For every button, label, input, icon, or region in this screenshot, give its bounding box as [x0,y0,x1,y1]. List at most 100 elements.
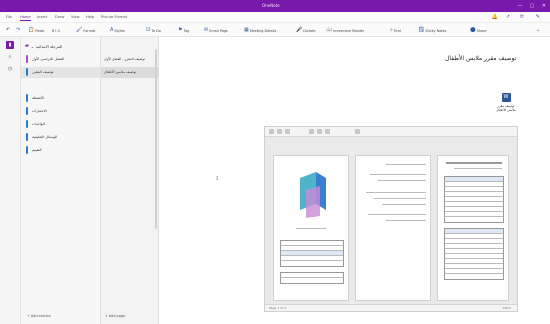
section-item[interactable]: الوسائل التعليمية [21,132,101,143]
ribbon-label: Meeting Details [249,28,277,33]
ribbon-label: Tag [183,28,190,33]
share-icon: ⬤ [470,27,476,33]
recent-icon[interactable]: ◷ [6,65,14,73]
embedded-status-right: 100% [502,306,511,310]
page-label: توصيف المقرر - الفصل الأول [104,57,145,61]
ribbon-overflow-button[interactable]: ⌄ [536,27,540,34]
format-painter-icon: 🖌 [76,27,83,33]
minimize-icon[interactable]: — [516,2,524,10]
redo-button[interactable]: ↷ [16,27,20,34]
attachment-name: توصيف مقرر ملابس الأطفال [496,104,516,112]
ribbon-label: Dictate [303,28,316,33]
embedded-button [355,129,360,134]
add-page-button[interactable]: + Add page [105,314,125,318]
word-file-icon: W [501,93,511,102]
section-item[interactable]: توصيف المقرر [21,67,101,78]
section-color-tab [26,107,28,115]
section-item[interactable]: الأنشطة [21,93,101,104]
search-icon: ⌕ [390,27,393,33]
embedded-table [280,240,344,267]
sticky-notes-button[interactable]: 🗒 Sticky Notes [418,27,446,34]
tab-picture-format[interactable]: Picture Format [101,15,127,19]
meeting-details-button[interactable]: ▦ Meeting Details [244,27,276,34]
notebook-selector[interactable]: ▰ ⌄ المرحلة الابتدائية [25,43,62,49]
tag-icon: ⚑ [178,27,183,33]
email-page-button[interactable]: ✉ Email Page [204,27,228,34]
section-item[interactable]: الفصل الدراسي الأول [21,54,101,65]
text-line [296,228,326,229]
notebook-icon: ▰ [25,43,29,49]
page-item[interactable]: توصيف المقرر - الفصل الأول [101,54,159,65]
file-attachment[interactable]: W توصيف مقرر ملابس الأطفال [495,93,517,112]
tab-file[interactable]: File [6,15,12,19]
note-icon: 🗒 [418,27,425,33]
section-item[interactable]: الواجبات [21,119,101,130]
ribbon-label: Immersive Reader [333,28,365,33]
notebook-name: المرحلة الابتدائية [36,43,63,49]
tab-home[interactable]: Home [20,15,31,21]
embedded-button [309,129,314,134]
ribbon-label: Share [476,28,487,33]
add-section-button[interactable]: + Add section [27,314,51,318]
tag-button[interactable]: ⚑ Tag [178,27,189,34]
ribbon-label: Paste [35,28,45,33]
share-top-icon[interactable]: ↗ [506,14,510,20]
tab-draw[interactable]: Draw [55,15,64,19]
embedded-button [269,129,274,134]
chevron-down-icon: ⌄ [536,27,541,33]
search-notes-icon[interactable]: ⌕ [6,53,14,61]
embedded-button [285,129,290,134]
section-item[interactable]: الاختبارات [21,106,101,117]
page-title[interactable]: توصيف مقرر ملابس الأطفال [445,55,516,62]
reader-icon: 📖 [326,27,333,33]
section-color-tab [26,55,28,63]
paste-icon: 📋 [28,27,35,33]
3d-shape-icon [300,172,326,218]
tab-insert[interactable]: Insert [37,15,47,19]
page-label: توصيف ملابس الأطفال [104,70,137,74]
section-color-tab [26,68,28,76]
embedded-document-image[interactable]: Page 1 of 3 100% [264,126,518,312]
section-label: الأنشطة [32,96,45,100]
sections-pane: ▰ ⌄ المرحلة الابتدائية الفصل الدراسي الأ… [21,37,101,324]
notebooks-icon[interactable]: ▮ [6,41,14,49]
page-canvas[interactable]: توصيف مقرر ملابس الأطفال W توصيف مقرر مل… [159,37,550,324]
close-icon[interactable]: ✕ [540,2,548,10]
tab-view[interactable]: View [71,15,80,19]
dictate-button[interactable]: 🎤 Dictate [296,27,315,34]
paste-button[interactable]: 📋 Paste [28,27,44,34]
embedded-table [444,176,504,223]
window-title: OneNote [262,3,280,8]
embedded-page-3 [437,155,509,301]
mic-icon: 🎤 [296,27,303,33]
pages-pane: توصيف المقرر - الفصل الأول توصيف ملابس ا… [101,37,159,324]
tab-help[interactable]: Help [86,15,94,19]
section-item[interactable]: التقييم [21,145,101,156]
section-color-tab [26,120,28,128]
pages-scrollbar[interactable] [155,49,157,229]
find-button[interactable]: ⌕ Find [390,27,401,34]
page-item[interactable]: توصيف ملابس الأطفال [101,67,159,78]
format-painter-button[interactable]: 🖌 Format [76,27,95,34]
ribbon-label: To Do [151,28,161,33]
ribbon-label: Styles [114,28,125,33]
embedded-page-1 [273,155,349,301]
styles-button[interactable]: A Styles [110,27,125,34]
section-label: التقييم [32,148,42,152]
share-button[interactable]: ⬤ Share [470,27,486,34]
embedded-status-bar: Page 1 of 3 100% [265,304,517,311]
undo-button[interactable]: ↶ [6,27,10,34]
undo-icon: ↶ [6,27,11,33]
pen-icon[interactable]: ✎ [536,14,540,20]
calendar-icon: ▦ [244,27,249,33]
navigation-rail: ▮ ⌕ ◷ [0,37,21,324]
bell-icon[interactable]: 🔔 [492,14,498,20]
email-icon: ✉ [204,27,209,33]
embedded-table [444,228,504,280]
ribbon-label: Format [83,28,96,33]
immersive-reader-button[interactable]: 📖 Immersive Reader [326,27,364,34]
font-format-button[interactable]: B I U [52,27,60,34]
maximize-icon[interactable]: ▢ [528,2,536,10]
sync-icon[interactable]: ⟳ [520,14,524,20]
todo-button[interactable]: ☑ To Do [146,27,161,34]
